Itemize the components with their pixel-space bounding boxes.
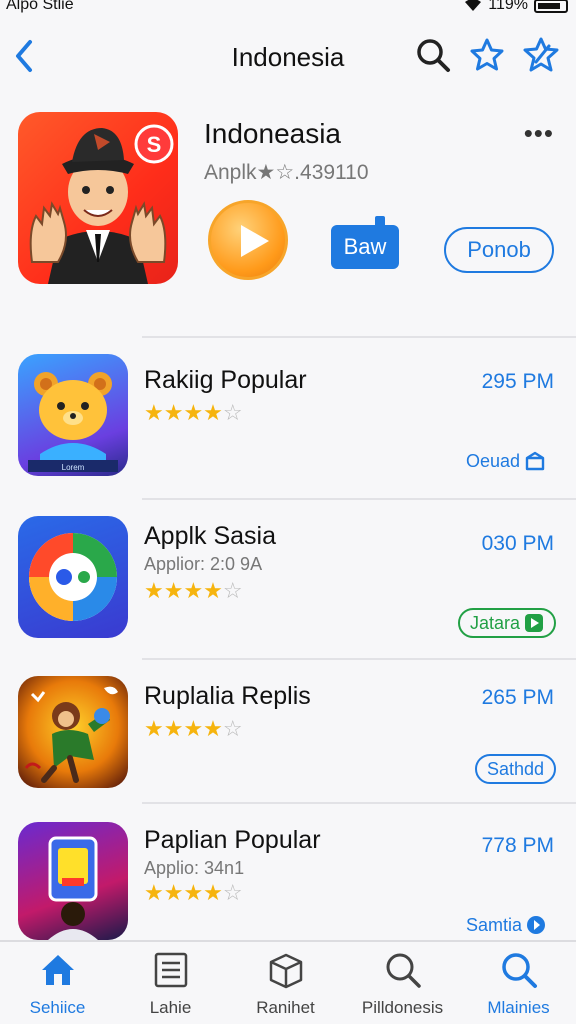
app-title: Rakiig Popular bbox=[144, 366, 307, 394]
featured-app: S Indoneasia Anplk★☆.439110 ••• Baw Pono… bbox=[0, 100, 576, 320]
icon-caption: Lorem bbox=[62, 463, 85, 472]
row-action-button[interactable]: Oeuad bbox=[456, 446, 556, 476]
row-action-button[interactable]: Jatara bbox=[457, 608, 556, 638]
battery-icon bbox=[534, 0, 568, 13]
list-item[interactable]: Applk Sasia Applior: 2:0 9A ★★★★☆ 030 PM… bbox=[0, 512, 576, 662]
tab-search-alt[interactable]: Mlainies bbox=[461, 950, 576, 1024]
rating-stars: ★★★★☆ bbox=[144, 716, 243, 741]
home-icon bbox=[41, 955, 74, 985]
adventure-app-icon bbox=[18, 676, 128, 788]
tab-search[interactable]: Pilldonesis bbox=[345, 950, 460, 1024]
rating-stars: ★★★★☆ bbox=[144, 880, 243, 905]
play-button[interactable] bbox=[208, 200, 288, 280]
bear-icon: Lorem bbox=[28, 372, 118, 472]
app-time: 295 PM bbox=[481, 370, 554, 393]
row-action-label: Oeuad bbox=[465, 451, 520, 471]
bear-app-icon: Lorem bbox=[18, 354, 128, 476]
rating-stars: ★★★★☆ bbox=[144, 578, 243, 603]
app-title: Applk Sasia bbox=[144, 522, 277, 550]
play-icon bbox=[241, 225, 269, 257]
wifi-icon bbox=[465, 0, 482, 11]
list-icon bbox=[154, 952, 187, 988]
tab-label: Pilldonesis bbox=[361, 998, 444, 1017]
divider bbox=[142, 658, 576, 660]
ponob-button[interactable]: Ponob bbox=[444, 227, 554, 273]
baw-button[interactable]: Baw bbox=[331, 216, 399, 269]
row-action-button[interactable]: Sathdd bbox=[474, 754, 556, 784]
app-subtitle: Applio: 34n1 bbox=[144, 858, 245, 878]
row-action-button[interactable]: Samtia bbox=[456, 910, 556, 940]
popular-app-icon bbox=[18, 822, 128, 940]
carrier-label: Alpo Stlie bbox=[6, 0, 74, 13]
card-person-icon bbox=[48, 836, 98, 940]
tab-label: Ranihet bbox=[256, 998, 315, 1017]
tab-list[interactable]: Lahie bbox=[113, 950, 228, 1024]
app-time: 030 PM bbox=[481, 532, 554, 555]
divider bbox=[142, 498, 576, 500]
tab-label: Sehiice bbox=[29, 998, 86, 1017]
star-edit-icon[interactable] bbox=[522, 36, 560, 74]
battery-percent: 119% bbox=[488, 0, 528, 13]
play-icon bbox=[525, 614, 543, 632]
tab-market[interactable]: Ranihet bbox=[228, 950, 343, 1024]
row-action-label: Sathdd bbox=[486, 759, 544, 779]
search-icon bbox=[501, 953, 537, 988]
monkey-character-icon bbox=[24, 686, 118, 783]
cartoon-man-icon: S bbox=[29, 124, 174, 284]
icon-badge: S bbox=[147, 132, 162, 157]
divider bbox=[142, 802, 576, 804]
app-time: 265 PM bbox=[481, 686, 554, 709]
box-icon bbox=[525, 451, 545, 471]
divider bbox=[142, 336, 576, 338]
app-title: Ruplalia Replis bbox=[144, 682, 311, 710]
status-right: 119% bbox=[464, 0, 568, 14]
nav-bar: Indonesia bbox=[0, 22, 576, 92]
list-item[interactable]: Ruplalia Replis ★★★★☆ 265 PM Sathdd bbox=[0, 672, 576, 822]
app-subtitle: Applior: 2:0 9A bbox=[144, 554, 263, 574]
play-icon bbox=[527, 916, 545, 934]
colorful-circle-icon bbox=[29, 533, 117, 621]
search-icon[interactable] bbox=[414, 36, 452, 74]
more-options-button[interactable]: ••• bbox=[524, 118, 554, 149]
row-action-label: Jatara bbox=[469, 613, 520, 633]
app-title: Paplian Popular bbox=[144, 826, 321, 854]
row-action-label: Samtia bbox=[465, 915, 522, 935]
box-icon bbox=[269, 953, 302, 989]
featured-app-icon[interactable]: S bbox=[18, 112, 178, 284]
star-outline-icon[interactable] bbox=[468, 36, 506, 74]
status-bar: Alpo Stlie 119% bbox=[0, 0, 576, 16]
featured-app-subtitle: Anplk★☆.439110 bbox=[204, 161, 369, 184]
rating-stars: ★★★★☆ bbox=[144, 400, 243, 425]
tab-label: Mlainies bbox=[487, 998, 550, 1017]
chat-app-icon bbox=[18, 516, 128, 638]
tab-label: Lahie bbox=[149, 998, 192, 1017]
list-item[interactable]: Lorem Rakiig Popular ★★★★☆ 295 PM Oeuad bbox=[0, 350, 576, 500]
app-time: 778 PM bbox=[481, 834, 554, 857]
tab-home[interactable]: Sehiice bbox=[0, 950, 115, 1024]
search-icon bbox=[386, 953, 421, 988]
tab-bar: Sehiice Lahie Ranihet Pilldonesis Mlaini… bbox=[0, 940, 576, 1024]
featured-app-title: Indoneasia bbox=[204, 118, 342, 149]
